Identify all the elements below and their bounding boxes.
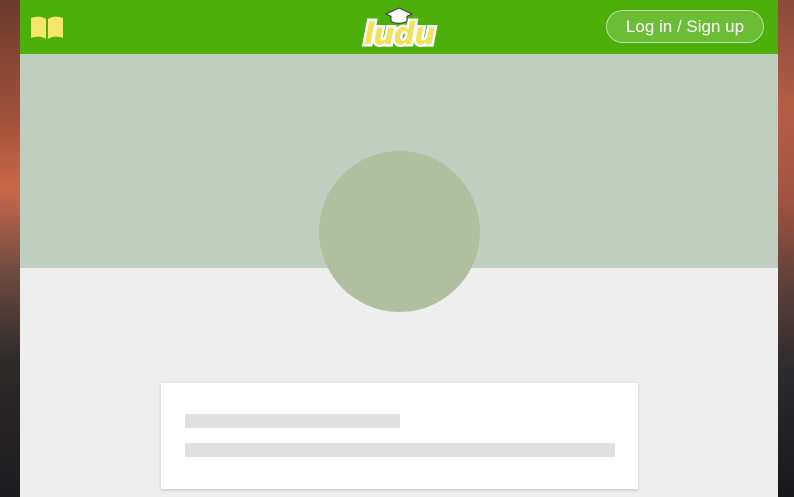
skeleton-description-line — [185, 443, 615, 457]
desktop-background-right — [778, 0, 794, 497]
skeleton-name-line — [185, 414, 400, 428]
top-navbar: ludu lu Log in / Sign up — [20, 0, 778, 54]
book-icon[interactable] — [30, 15, 64, 41]
ludu-logo[interactable]: ludu lu — [360, 4, 442, 50]
avatar — [319, 151, 480, 312]
login-signup-button[interactable]: Log in / Sign up — [606, 10, 764, 43]
app-window: ludu lu Log in / Sign up — [20, 0, 778, 497]
profile-card — [161, 383, 638, 489]
desktop-background-left — [0, 0, 20, 497]
svg-text:lu: lu — [364, 17, 394, 50]
